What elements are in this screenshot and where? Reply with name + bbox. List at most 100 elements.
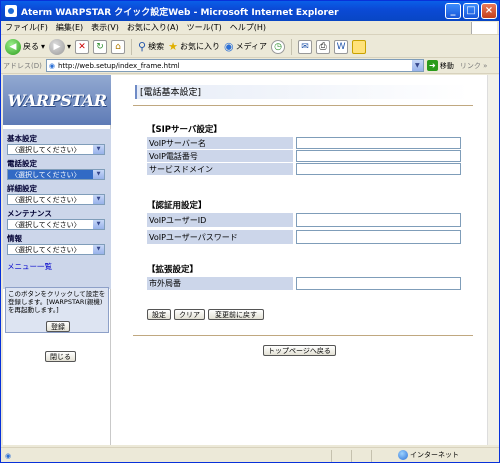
sidebar-nav: 基本設定 〈選択してください〉 ▼ 電話設定 〈選択してください〉 ▼ 詳細設定 〈… xyxy=(3,129,111,289)
warpstar-logo: WARPSTAR xyxy=(3,75,111,125)
form-row: VoIPユーザーパスワード xyxy=(147,230,463,244)
page-status-icon: ◉ xyxy=(5,451,12,460)
go-label: 移動 xyxy=(439,61,454,70)
field-label: VoIPユーザーID xyxy=(147,213,293,227)
form-row: VoIPユーザーID xyxy=(147,213,463,227)
basic-settings-select[interactable]: 〈選択してください〉 ▼ xyxy=(7,144,105,155)
maintenance-select[interactable]: 〈選択してください〉 ▼ xyxy=(7,219,105,230)
field-label: サービスドメイン xyxy=(147,163,293,175)
forward-dropdown-icon[interactable]: ▾ xyxy=(67,42,71,51)
nav-label-advanced: 詳細設定 xyxy=(7,184,37,193)
phone-settings-select[interactable]: 〈選択してください〉 ▼ xyxy=(7,169,105,180)
chevron-down-icon: ▼ xyxy=(93,195,104,204)
nav-group-info: 情報 〈選択してください〉 ▼ xyxy=(7,233,107,255)
media-icon: ◉ xyxy=(223,40,234,53)
star-icon: ★ xyxy=(168,40,178,53)
voip-number-input[interactable] xyxy=(296,150,461,162)
auth-form: VoIPユーザーID VoIPユーザーパスワード xyxy=(147,213,463,245)
chevron-down-icon: ▼ xyxy=(93,170,104,179)
maximize-button[interactable]: □ xyxy=(463,3,479,19)
stop-icon[interactable]: ✕ xyxy=(75,39,90,54)
folder-icon[interactable] xyxy=(352,39,367,54)
favorites-label: お気に入り xyxy=(179,42,220,51)
history-icon[interactable]: ◷ xyxy=(271,39,286,54)
address-url: http://web.setup/index_frame.html xyxy=(57,61,180,70)
nav-group-phone: 電話設定 〈選択してください〉 ▼ xyxy=(7,158,107,180)
select-value: 〈選択してください〉 xyxy=(11,170,81,179)
clear-button[interactable]: クリア xyxy=(174,309,205,320)
status-divider xyxy=(331,450,332,462)
back-arrow-icon: ◀ xyxy=(5,38,21,55)
search-button[interactable]: ⚲ 検索 xyxy=(138,38,164,56)
media-button[interactable]: ◉ メディア xyxy=(224,38,267,56)
menu-list-link[interactable]: メニュー一覧 xyxy=(7,261,52,272)
set-button[interactable]: 設定 xyxy=(147,309,171,320)
nav-label-maintenance: メンテナンス xyxy=(7,209,52,218)
menu-tools[interactable]: ツール(T) xyxy=(187,22,222,33)
register-button[interactable]: 登録 xyxy=(46,321,70,332)
zone-indicator: インターネット xyxy=(398,450,459,460)
field-label: VoIPサーバー名 xyxy=(147,137,293,149)
nav-group-advanced: 詳細設定 〈選択してください〉 ▼ xyxy=(7,183,107,205)
vertical-scrollbar[interactable] xyxy=(487,75,499,445)
sidebar: WARPSTAR 基本設定 〈選択してください〉 ▼ 電話設定 〈選択してください… xyxy=(3,75,111,445)
voip-userid-input[interactable] xyxy=(296,213,461,227)
select-value: 〈選択してください〉 xyxy=(11,195,81,204)
form-row: 市外局番 xyxy=(147,277,463,290)
back-button[interactable]: ◀ 戻る ▾ xyxy=(5,38,45,56)
address-input[interactable]: ◉ http://web.setup/index_frame.html ▼ xyxy=(45,59,424,72)
extended-form: 市外局番 xyxy=(147,277,463,291)
page-content: WARPSTAR 基本設定 〈選択してください〉 ▼ 電話設定 〈選択してください… xyxy=(3,75,497,445)
sip-form: VoIPサーバー名 VoIP電話番号 サービスドメイン xyxy=(147,137,463,176)
form-buttons: 設定 クリア 変更前に戻す xyxy=(147,309,264,320)
field-label: VoIPユーザーパスワード xyxy=(147,230,293,244)
revert-button[interactable]: 変更前に戻す xyxy=(208,309,264,320)
advanced-settings-select[interactable]: 〈選択してください〉 ▼ xyxy=(7,194,105,205)
voip-server-input[interactable] xyxy=(296,137,461,149)
home-icon[interactable]: ⌂ xyxy=(111,39,126,54)
edit-icon[interactable]: W xyxy=(334,39,349,54)
go-arrow-icon: ➜ xyxy=(426,60,438,71)
back-dropdown-icon[interactable]: ▾ xyxy=(41,42,45,51)
back-label: 戻る xyxy=(23,42,39,51)
menu-file[interactable]: ファイル(F) xyxy=(5,22,48,33)
status-divider xyxy=(371,450,372,462)
minimize-button[interactable]: _ xyxy=(445,3,461,19)
menu-help[interactable]: ヘルプ(H) xyxy=(230,22,266,33)
go-button[interactable]: ➜ 移動 xyxy=(426,60,454,71)
voip-password-input[interactable] xyxy=(296,230,461,244)
menu-favorites[interactable]: お気に入り(A) xyxy=(127,22,179,33)
links-label: リンク xyxy=(459,61,481,70)
toolbar-separator xyxy=(131,38,133,55)
address-label: アドレス(D) xyxy=(3,61,42,70)
links-button[interactable]: リンク » xyxy=(460,61,488,71)
toolbar: ◀ 戻る ▾ ▶ ▾ ✕ ↻ ⌂ ⚲ 検索 ★ お気に入り ◉ メディア ◷ ✉… xyxy=(1,36,499,58)
browser-window: Aterm WARPSTAR クイック設定Web - Microsoft Int… xyxy=(0,0,500,463)
menu-view[interactable]: 表示(V) xyxy=(91,22,119,33)
section-heading-sip: 【SIPサーバ設定】 xyxy=(147,125,222,135)
refresh-icon[interactable]: ↻ xyxy=(93,39,108,54)
status-bar: ◉ インターネット xyxy=(1,447,499,463)
menu-edit[interactable]: 編集(E) xyxy=(56,22,83,33)
media-label: メディア xyxy=(235,42,268,51)
menu-bar: ファイル(F) 編集(E) 表示(V) お気に入り(A) ツール(T) ヘルプ(… xyxy=(1,21,499,35)
mail-icon[interactable]: ✉ xyxy=(298,39,313,54)
close-button[interactable]: 閉じる xyxy=(45,351,76,362)
toolbar-separator xyxy=(291,38,293,55)
field-label: 市外局番 xyxy=(147,277,293,290)
close-window-button[interactable]: × xyxy=(481,3,497,19)
chevron-down-icon: ▼ xyxy=(93,245,104,254)
page-title: [電話基本設定] xyxy=(135,85,469,99)
service-domain-input[interactable] xyxy=(296,163,461,175)
top-page-button[interactable]: トップページへ戻る xyxy=(263,345,336,356)
nav-group-maintenance: メンテナンス 〈選択してください〉 ▼ xyxy=(7,208,107,230)
forward-button[interactable]: ▶ ▾ xyxy=(49,38,71,56)
area-code-input[interactable] xyxy=(296,277,461,290)
info-select[interactable]: 〈選択してください〉 ▼ xyxy=(7,244,105,255)
address-dropdown-icon[interactable]: ▼ xyxy=(411,60,423,71)
windows-logo-icon xyxy=(471,22,497,34)
favorites-button[interactable]: ★ お気に入り xyxy=(168,38,220,56)
status-divider xyxy=(351,450,352,462)
form-row: VoIPサーバー名 xyxy=(147,137,463,149)
print-icon[interactable]: ⎙ xyxy=(316,39,331,54)
